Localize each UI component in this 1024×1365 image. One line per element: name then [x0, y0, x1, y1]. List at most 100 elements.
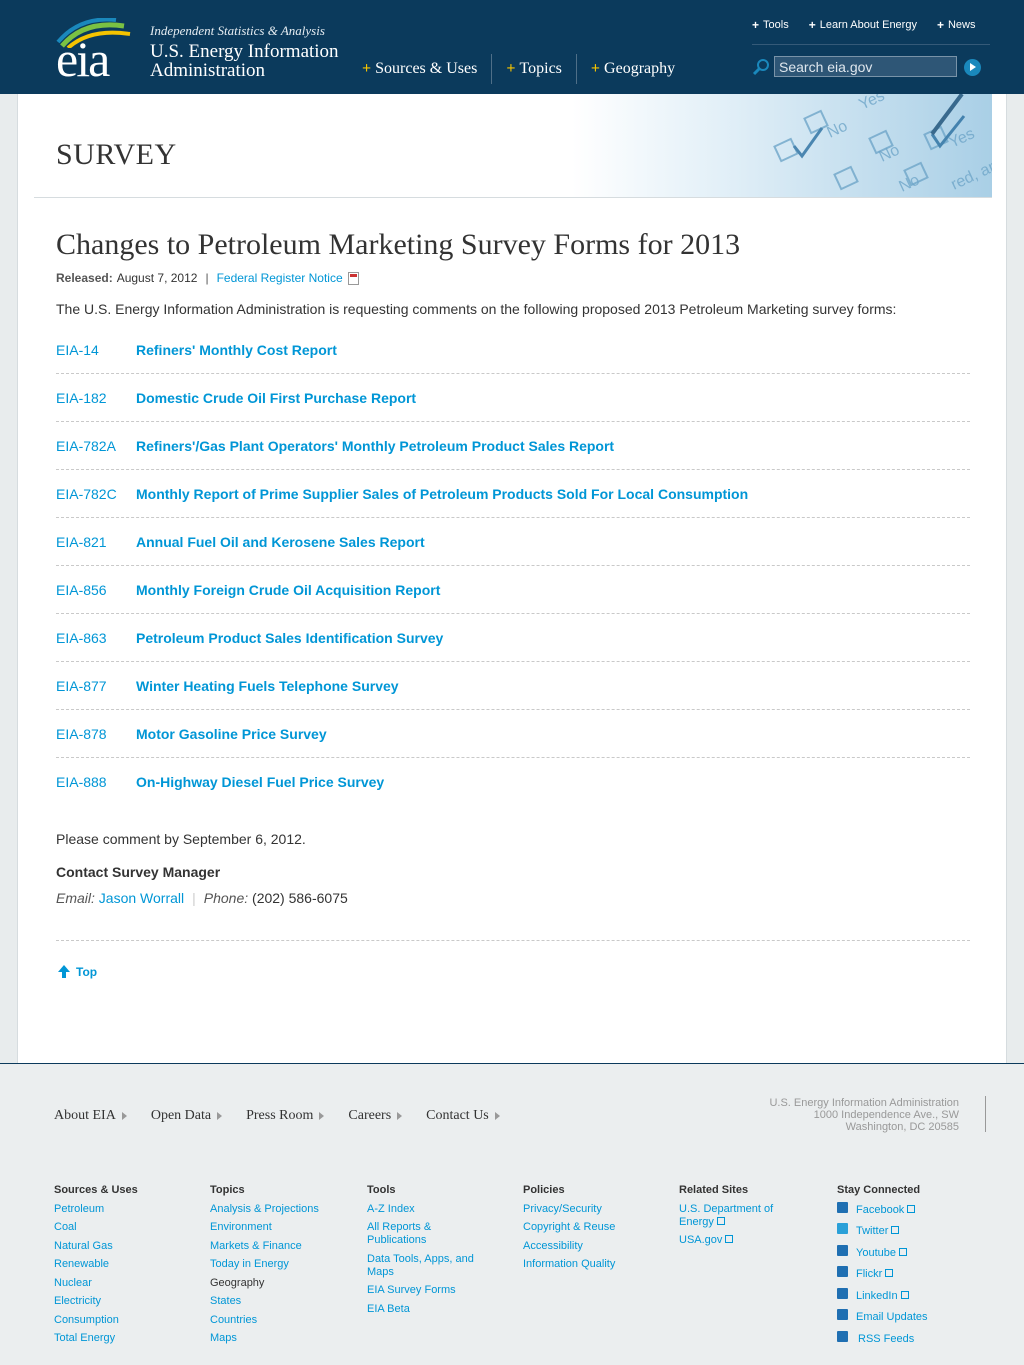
footer-nav-label: About EIA: [54, 1108, 116, 1123]
footer-link[interactable]: Information Quality: [523, 1255, 615, 1274]
footer-nav-press-room[interactable]: Press Room: [246, 1108, 325, 1124]
footer-nav-careers[interactable]: Careers: [348, 1108, 403, 1124]
util-learn-about-energy[interactable]: + Learn About Energy: [809, 18, 917, 32]
footer-col-connected: Stay Connected Facebook Twitter Youtube …: [837, 1181, 928, 1350]
youtube-link[interactable]: Youtube: [837, 1243, 928, 1265]
pdf-icon[interactable]: [347, 271, 359, 285]
list-item: EIA-856 Monthly Foreign Crude Oil Acquisi…: [56, 566, 970, 614]
form-name-link[interactable]: On-Highway Diesel Fuel Price Survey: [136, 774, 384, 790]
linkedin-link[interactable]: LinkedIn: [837, 1286, 928, 1308]
footer-subtitle: Geography: [210, 1276, 265, 1289]
footer-link[interactable]: States: [210, 1292, 319, 1311]
util-tools[interactable]: + Tools: [752, 18, 789, 32]
form-code-link[interactable]: EIA-14: [56, 342, 136, 358]
list-item: EIA-888 On-Highway Diesel Fuel Price Surv…: [56, 758, 970, 806]
footer-nav-open-data[interactable]: Open Data: [151, 1108, 223, 1124]
form-code-link[interactable]: EIA-878: [56, 726, 136, 742]
footer-link[interactable]: Today in Energy: [210, 1255, 319, 1274]
form-code-link[interactable]: EIA-888: [56, 774, 136, 790]
footer-col-title: Sources & Uses: [54, 1184, 138, 1196]
form-code-link[interactable]: EIA-782A: [56, 438, 136, 454]
search-go-button[interactable]: [964, 59, 981, 76]
footer-col-sources: Sources & Uses Petroleum Coal Natural Ga…: [54, 1181, 138, 1348]
external-link-icon: [716, 1216, 725, 1225]
plus-icon: +: [936, 18, 944, 32]
eia-logo[interactable]: eia: [54, 18, 140, 84]
flickr-link[interactable]: Flickr: [837, 1264, 928, 1286]
footer-nav-contact[interactable]: Contact Us: [426, 1108, 500, 1124]
twitter-link[interactable]: Twitter: [837, 1221, 928, 1243]
federal-register-link[interactable]: Federal Register Notice: [217, 271, 343, 285]
contact-title: Contact Survey Manager: [56, 864, 221, 880]
footer-link[interactable]: Copyright & Reuse: [523, 1218, 615, 1237]
footer-link[interactable]: EIA Beta: [367, 1300, 477, 1319]
address-line: Washington, DC 20585: [845, 1121, 959, 1133]
footer-link[interactable]: Petroleum: [54, 1200, 138, 1219]
footer-link[interactable]: Coal: [54, 1218, 138, 1237]
form-code-link[interactable]: EIA-877: [56, 678, 136, 694]
released-date: August 7, 2012: [116, 271, 198, 285]
address-line: U.S. Energy Information Administration: [769, 1097, 959, 1109]
footer-col-tools: Tools A-Z Index All Reports & Publicatio…: [367, 1181, 477, 1318]
linkedin-icon: [837, 1287, 848, 1299]
search-input[interactable]: [774, 56, 957, 77]
back-to-top-link[interactable]: Top: [58, 965, 97, 979]
footer-link[interactable]: Countries: [210, 1311, 319, 1330]
footer-link[interactable]: Markets & Finance: [210, 1237, 319, 1256]
released-label: Released:: [56, 271, 113, 285]
footer-nav-about[interactable]: About EIA: [54, 1108, 127, 1124]
footer-link[interactable]: U.S. Department of Energy: [679, 1203, 789, 1229]
form-name-link[interactable]: Refiners' Monthly Cost Report: [136, 342, 337, 358]
nav-geography[interactable]: + Geography: [577, 54, 689, 84]
main-nav: + Sources & Uses + Topics + Geography: [360, 54, 689, 84]
facebook-link[interactable]: Facebook: [837, 1200, 928, 1222]
form-name-link[interactable]: Annual Fuel Oil and Kerosene Sales Repor…: [136, 534, 425, 550]
footer-link[interactable]: Renewable: [54, 1255, 138, 1274]
email-label: Email:: [56, 890, 95, 906]
footer-link[interactable]: Environment: [210, 1218, 319, 1237]
footer-col-title: Related Sites: [679, 1184, 749, 1196]
footer-link[interactable]: Consumption: [54, 1311, 138, 1330]
footer-link[interactable]: All Reports & Publications: [367, 1221, 477, 1247]
rss-feeds-link[interactable]: RSS Feeds: [837, 1329, 928, 1351]
footer-link[interactable]: Accessibility: [523, 1237, 615, 1256]
form-code-link[interactable]: EIA-821: [56, 534, 136, 550]
footer-link[interactable]: Data Tools, Apps, and Maps: [367, 1253, 477, 1279]
plus-icon: +: [590, 60, 601, 77]
email-link[interactable]: Jason Worrall: [99, 890, 184, 906]
nav-sources-uses[interactable]: + Sources & Uses: [360, 54, 493, 84]
util-news[interactable]: + News: [937, 18, 976, 32]
envelope-icon: [837, 1309, 848, 1320]
youtube-icon: [837, 1244, 848, 1256]
footer-link[interactable]: A-Z Index: [367, 1200, 477, 1219]
form-name-link[interactable]: Winter Heating Fuels Telephone Survey: [136, 678, 399, 694]
footer-nav-label: Contact Us: [426, 1108, 489, 1123]
form-name-link[interactable]: Domestic Crude Oil First Purchase Report: [136, 390, 416, 406]
footer-link[interactable]: EIA Survey Forms: [367, 1281, 477, 1300]
form-name-link[interactable]: Motor Gasoline Price Survey: [136, 726, 327, 742]
footer-link[interactable]: Electricity: [54, 1292, 138, 1311]
form-code-link[interactable]: EIA-182: [56, 390, 136, 406]
form-name-link[interactable]: Monthly Report of Prime Supplier Sales o…: [136, 486, 748, 502]
divider: |: [192, 890, 196, 906]
footer-link[interactable]: Privacy/Security: [523, 1200, 615, 1219]
form-name-link[interactable]: Petroleum Product Sales Identification S…: [136, 630, 443, 646]
org-name-line1: U.S. Energy Information: [150, 41, 339, 62]
twitter-icon: [837, 1223, 848, 1234]
form-name-link[interactable]: Refiners'/Gas Plant Operators' Monthly P…: [136, 438, 614, 454]
form-code-link[interactable]: EIA-863: [56, 630, 136, 646]
footer-link[interactable]: Total Energy: [54, 1329, 138, 1348]
footer-link[interactable]: Maps: [210, 1329, 319, 1348]
form-code-link[interactable]: EIA-782C: [56, 486, 136, 502]
form-code-link[interactable]: EIA-856: [56, 582, 136, 598]
nav-topics[interactable]: + Topics: [492, 54, 577, 84]
form-name-link[interactable]: Monthly Foreign Crude Oil Acquisition Re…: [136, 582, 440, 598]
footer-link[interactable]: Natural Gas: [54, 1237, 138, 1256]
footer-link[interactable]: Nuclear: [54, 1274, 138, 1293]
util-label: News: [947, 19, 976, 31]
rss-icon: [837, 1330, 848, 1342]
email-updates-link[interactable]: Email Updates: [837, 1307, 928, 1329]
footer-link[interactable]: USA.gov: [679, 1231, 789, 1250]
external-link-icon: [725, 1234, 734, 1243]
footer-link[interactable]: Analysis & Projections: [210, 1200, 319, 1219]
